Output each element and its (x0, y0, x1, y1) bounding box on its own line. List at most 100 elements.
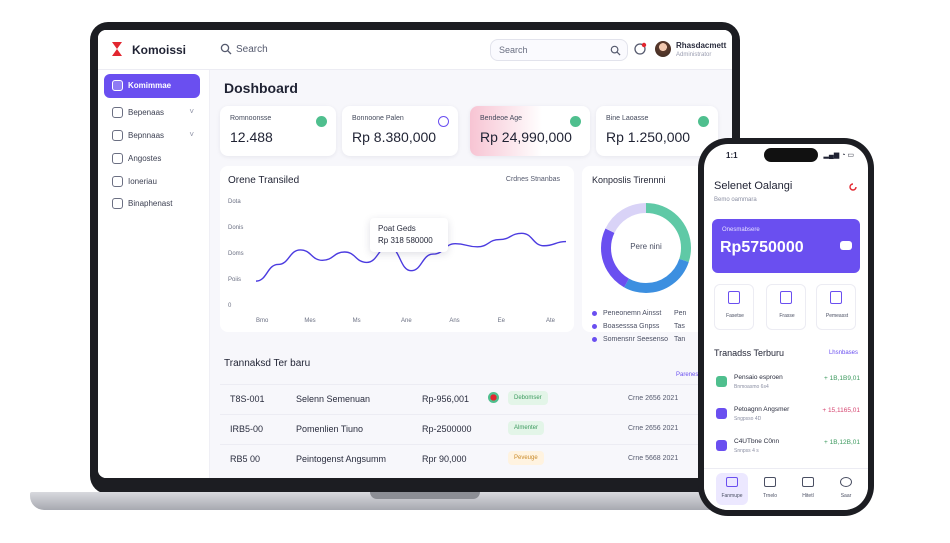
nav-item-profile[interactable]: Saar (830, 473, 862, 505)
sidebar: Komimmae Bepenaas ˅ Bepnnaas ˅ Angostes … (98, 70, 210, 478)
stage: Komoissi Search Search Rhasdacmett Admin… (0, 0, 950, 543)
legend-value: Tan (674, 336, 686, 343)
status-icon (488, 392, 499, 403)
sidebar-item-payments[interactable]: Bepenaas ˅ (104, 101, 200, 125)
table-row[interactable]: T8S-001 Selenn Semenuan Rp-956,001 Debom… (220, 384, 700, 412)
tx-amount: Rpr 90,000 (422, 454, 467, 464)
search-input-placeholder: Search (499, 45, 528, 55)
calendar-icon (112, 176, 123, 187)
nav-label: Hitetl (802, 493, 814, 499)
legend-label: Somensnr Seesenso (603, 336, 668, 343)
bottom-nav: Fanmupe Trnelo Hitetl Saar (704, 468, 868, 510)
stat-label: Bendeoe Age (480, 115, 523, 122)
stat-label: Bonnoone Palen (352, 115, 404, 122)
list-item-subtitle: Snnpss 4 s (734, 448, 759, 454)
avatar[interactable] (655, 41, 671, 57)
tx-name: Selenn Semenuan (296, 394, 371, 404)
quick-action-button[interactable]: Frasse (766, 284, 806, 330)
search-icon[interactable] (610, 45, 621, 56)
notification-icon[interactable] (633, 42, 647, 56)
list-item[interactable]: Petoagnn Angsmer Sngpsso 4D + 15,1165,01 (712, 404, 862, 432)
tx-amount: Rp-956,001 (422, 394, 470, 404)
list-item-subtitle: Sngpsso 4D (734, 416, 762, 422)
table-row[interactable]: RB5 00 Peintogenst Angsumm Rpr 90,000 Pe… (220, 444, 700, 472)
phone-transactions-more-link[interactable]: Lhsnbases (829, 350, 858, 356)
shopping-icon (716, 408, 727, 419)
sidebar-item-documents[interactable]: Binaphenast (104, 192, 200, 216)
status-badge: Almenter (508, 421, 545, 435)
wallet-icon (112, 107, 123, 118)
sidebar-item-label: Ioneriau (128, 177, 157, 186)
line-chart: Dota Donis Doms Poiis 0 Bmo Mes Ms Ane Ans Ee Ate (228, 199, 567, 324)
search-label[interactable]: Search (236, 44, 268, 55)
stat-card[interactable]: Bonnoone Palen Rp 8.380,000 (342, 106, 458, 156)
chevron-down-icon[interactable]: ˅ (189, 107, 194, 116)
list-item-subtitle: Bnmoasmo 6s4 (734, 384, 769, 390)
nav-item-cards[interactable]: Trnelo (754, 473, 786, 505)
home-icon (112, 80, 123, 91)
user-role: Administrator (676, 52, 712, 58)
table-row[interactable]: IRB5-00 Pomenlien Tiuno Rp-2500000 Almen… (220, 414, 700, 442)
laptop-notch (370, 492, 480, 499)
stat-value: Rp 24,990,000 (480, 129, 572, 145)
tx-name: Pomenlien Tiuno (296, 424, 364, 434)
tx-date: Crne 2656 2021 (628, 395, 679, 402)
nav-item-home[interactable]: Fanmupe (716, 473, 748, 505)
y-tick-label: Dota (228, 199, 241, 205)
y-tick-label: 0 (228, 303, 232, 309)
legend-item: Peneonemn Ainsst Pen (592, 310, 686, 317)
nav-label: Saar (840, 493, 852, 499)
search-input[interactable]: Search (490, 39, 628, 61)
list-item-amount: + 1B,1B9,01 (824, 375, 860, 382)
refresh-icon[interactable] (848, 182, 858, 192)
top-bar: Komoissi Search Search Rhasdacmett Admin… (98, 30, 732, 70)
quick-action-button[interactable]: Pemeasst (816, 284, 856, 330)
phone-clock: 1:1 (726, 151, 738, 160)
chevron-down-icon[interactable]: ˅ (189, 130, 194, 139)
phone-greeting: Selenet Oalangi (714, 180, 793, 192)
stat-label: Bine Laoasse (606, 115, 649, 122)
tx-amount: Rp-2500000 (422, 424, 472, 434)
legend-dot (592, 323, 597, 329)
x-tick-label: Ate (546, 318, 556, 324)
transactions-more-link[interactable]: Parenes (676, 372, 698, 378)
nav-item-wallet[interactable]: Hitetl (792, 473, 824, 505)
home-icon (726, 477, 738, 487)
brand-logo-icon[interactable] (108, 40, 126, 58)
phone-screen: 1:1 ▂▄▆ ◔ ▭ Selenet Oalangi Bemo oammara… (704, 144, 868, 510)
stat-card[interactable]: Bine Laoasse Rp 1.250,000 (596, 106, 718, 156)
stat-icon (570, 116, 581, 127)
calendar-icon (830, 291, 842, 304)
stat-card[interactable]: Romnoonsse 12.488 (220, 106, 336, 156)
chart-title: Orene Transiled (228, 175, 300, 186)
status-badge: Debomser (508, 391, 548, 405)
donut-center-label: Pere nini (630, 242, 662, 251)
phone-subtitle: Bemo oammara (714, 197, 757, 203)
list-item-title: C4UTbne C0nn (734, 438, 780, 445)
balance-card[interactable]: Onesmabsere Rp5750000 (712, 219, 860, 273)
sidebar-item-calendar[interactable]: Ioneriau (104, 170, 200, 194)
sidebar-item-label: Bepnnaas (128, 131, 165, 140)
stat-value: Rp 8.380,000 (352, 129, 437, 145)
upload-icon (780, 291, 792, 304)
search-icon[interactable] (220, 43, 232, 55)
quick-action-label: Pemeasst (825, 313, 849, 319)
quick-action-button[interactable]: Fasetse (714, 284, 754, 330)
tx-id: T8S-001 (230, 394, 265, 404)
list-item[interactable]: Pensaio esproen Bnmoasmo 6s4 + 1B,1B9,01 (712, 372, 862, 400)
list-item-amount: + 15,1165,01 (822, 407, 860, 414)
tooltip-value: Rp 318 580000 (378, 236, 433, 245)
x-tick-label: Ms (353, 318, 361, 324)
sidebar-item-label: Angostes (128, 154, 162, 163)
chart-filter-dropdown[interactable]: Crdnes Stnanbas (506, 176, 560, 183)
legend-item: Somensnr Seesenso Tan (592, 336, 685, 343)
list-item[interactable]: C4UTbne C0nn Snnpss 4 s + 1B,12B,01 (712, 436, 862, 464)
phone-status-icons: ▂▄▆ ◔ ▭ (823, 152, 854, 159)
chart-icon (112, 130, 123, 141)
transfer-icon (716, 376, 727, 387)
stat-card[interactable]: Bendeoe Age Rp 24,990,000 (470, 106, 590, 156)
sidebar-item-reports[interactable]: Bepnnaas ˅ (104, 124, 200, 148)
sidebar-item-dashboard[interactable]: Komimmae (104, 74, 200, 98)
sidebar-item-members[interactable]: Angostes (104, 147, 200, 171)
user-icon (840, 477, 852, 487)
